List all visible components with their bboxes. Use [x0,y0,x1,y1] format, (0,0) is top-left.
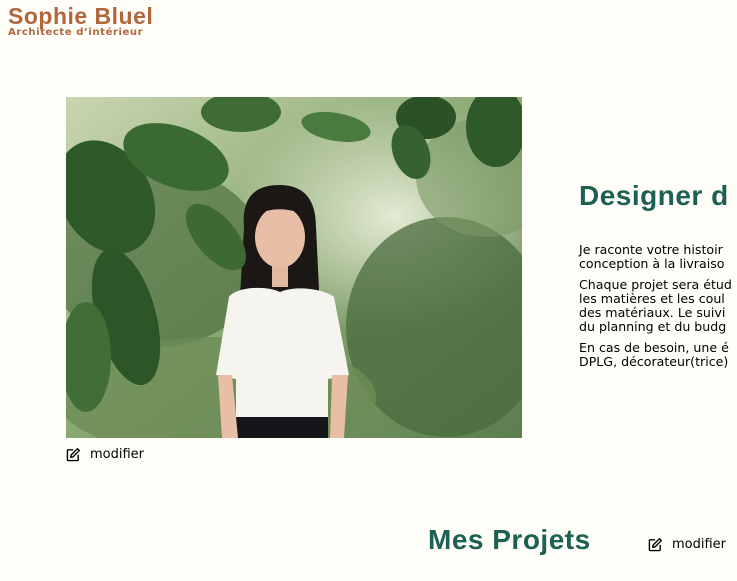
bio-paragraph: Chaque projet sera étud les matières et … [579,278,737,334]
edit-projects-button[interactable]: modifier [648,537,726,552]
bio-line: les matières et les coul [579,291,725,306]
edit-icon [66,447,81,462]
bio-line: En cas de besoin, une é [579,340,729,355]
bio-line: Chaque projet sera étud [579,277,732,292]
edit-label: modifier [90,447,145,462]
intro-title: Designer d [579,180,729,211]
bio-paragraph: Je raconte votre histoir conception à la… [579,243,737,271]
intro-text: Je raconte votre histoir conception à la… [579,243,737,376]
edit-icon [648,537,663,552]
brand-name: Sophie Bluel [8,3,154,29]
profile-photo [66,97,522,438]
edit-photo-button[interactable]: modifier [66,447,144,462]
projects-title: Mes Projets [428,524,591,555]
bio-line: du planning et du budg [579,319,727,334]
logo[interactable]: Sophie Bluel Architecte d’intérieur [8,4,153,38]
edit-label: modifier [672,537,727,552]
brand-tagline: Architecte d’intérieur [8,27,144,38]
portrait-image [66,97,522,438]
bio-line: DPLG, décorateur(trice) [579,354,729,369]
bio-line: conception à la livraiso [579,256,725,271]
bio-line: des matériaux. Le suivi [579,305,726,320]
bio-line: Je raconte votre histoir [579,242,723,257]
bio-paragraph: En cas de besoin, une é DPLG, décorateur… [579,341,737,369]
